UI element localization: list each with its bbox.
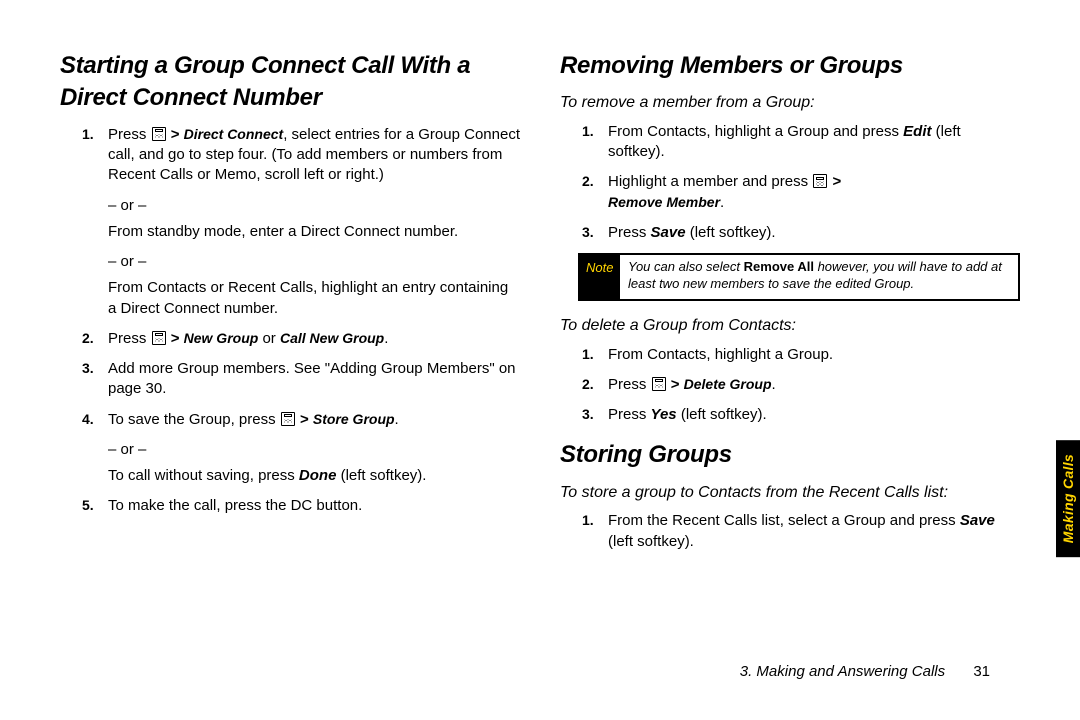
dg-step-2: Press > Delete Group.	[608, 375, 1020, 395]
heading-removing: Removing Members or Groups	[560, 50, 1020, 82]
right-column: Removing Members or Groups To remove a m…	[550, 50, 1020, 680]
subhead-delete-group: To delete a Group from Contacts:	[560, 315, 1020, 337]
page-footer: 3. Making and Answering Calls 31	[740, 663, 990, 680]
subhead-remove-member: To remove a member from a Group:	[560, 92, 1020, 114]
or-divider: – or –	[108, 440, 520, 460]
rm-step-1: From Contacts, highlight a Group and pre…	[608, 122, 1020, 163]
steps-left-cont: Press > New Group or Call New Group. Add…	[60, 329, 520, 430]
menu-icon	[652, 377, 666, 391]
step-5: To make the call, press the DC button.	[108, 496, 520, 516]
dg-step-3: Press Yes (left softkey).	[608, 405, 1020, 425]
or-divider: – or –	[108, 252, 520, 272]
steps-store: From the Recent Calls list, select a Gro…	[560, 511, 1020, 552]
or-divider: – or –	[108, 196, 520, 216]
steps-left: Press > Direct Connect, select entries f…	[60, 125, 520, 186]
section-tab: Making Calls	[1056, 440, 1080, 557]
step-1: Press > Direct Connect, select entries f…	[108, 125, 520, 186]
menu-icon	[813, 174, 827, 188]
steps-delete-group: From Contacts, highlight a Group. Press …	[560, 345, 1020, 426]
heading-storing: Storing Groups	[560, 439, 1020, 471]
rm-step-2: Highlight a member and press > Remove Me…	[608, 172, 1020, 213]
menu-icon	[152, 331, 166, 345]
step-1-alt-b: From Contacts or Recent Calls, highlight…	[108, 278, 520, 319]
step-4: To save the Group, press > Store Group.	[108, 410, 520, 430]
steps-left-cont2: To make the call, press the DC button.	[60, 496, 520, 516]
manual-page: Starting a Group Connect Call With a Dir…	[0, 0, 1080, 720]
rm-step-3: Press Save (left softkey).	[608, 223, 1020, 243]
menu-icon	[152, 127, 166, 141]
step-4-alt: To call without saving, press Done (left…	[108, 466, 520, 486]
heading-start-group-call: Starting a Group Connect Call With a Dir…	[60, 50, 520, 115]
step-3: Add more Group members. See "Adding Grou…	[108, 359, 520, 400]
st-step-1: From the Recent Calls list, select a Gro…	[608, 511, 1020, 552]
subhead-store: To store a group to Contacts from the Re…	[560, 482, 1020, 504]
steps-remove-member: From Contacts, highlight a Group and pre…	[560, 122, 1020, 243]
footer-section-label: 3. Making and Answering Calls	[740, 663, 945, 680]
dg-step-1: From Contacts, highlight a Group.	[608, 345, 1020, 365]
step-1-alt-a: From standby mode, enter a Direct Connec…	[108, 222, 520, 242]
note-text: You can also select Remove All however, …	[620, 255, 1018, 299]
step-2: Press > New Group or Call New Group.	[108, 329, 520, 349]
left-column: Starting a Group Connect Call With a Dir…	[60, 50, 550, 680]
note-box: Note You can also select Remove All howe…	[578, 253, 1020, 301]
note-label: Note	[580, 255, 620, 299]
menu-icon	[281, 412, 295, 426]
page-number: 31	[973, 663, 990, 680]
